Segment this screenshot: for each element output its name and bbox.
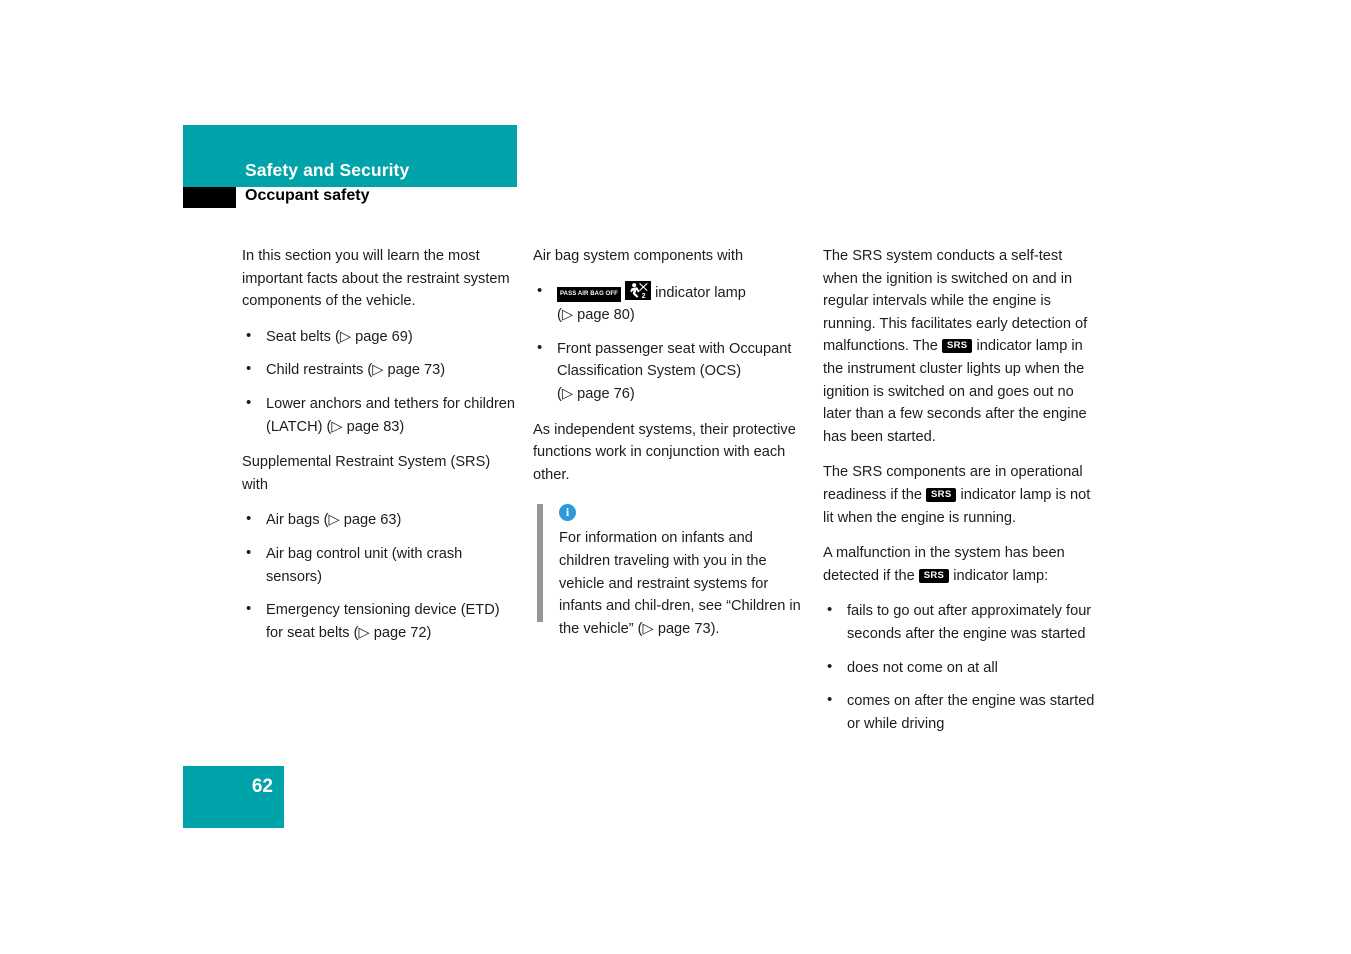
section-header-title: Safety and Security xyxy=(245,160,410,180)
column2-independent-systems-paragraph: As independent systems, their protective… xyxy=(533,421,796,483)
page-reference: (▷ page 76) xyxy=(557,385,635,402)
srs-indicator-icon: SRS xyxy=(941,339,973,354)
list-item-indicator-lamp: PASS AIR BAG OFF 2 indicator lamp (▷ pag… xyxy=(533,280,808,327)
list-item: Lower anchors and tethers for children (… xyxy=(242,392,517,438)
column1-srs-components-list: Air bags (▷ page 63) Air bag control uni… xyxy=(242,508,517,644)
content-column-2: Air bag system components with PASS AIR … xyxy=(533,245,808,640)
page-number-box: 62 xyxy=(183,766,284,828)
column1-restraint-components-list: Seat belts (▷ page 69) Child restraints … xyxy=(242,325,517,438)
airbag-off-symbol-icon: 2 xyxy=(625,280,651,300)
info-callout-left-bar xyxy=(537,504,543,623)
list-item: comes on after the engine was started or… xyxy=(823,689,1098,735)
pass-air-bag-off-icon: PASS AIR BAG OFF xyxy=(557,286,621,302)
list-item: does not come on at all xyxy=(823,656,1098,680)
list-item: Emergency tensioning device (ETD) for se… xyxy=(242,598,517,644)
ocs-text: Front passenger seat with Occupant Class… xyxy=(557,340,792,380)
column1-intro-paragraph: In this section you will learn the most … xyxy=(242,248,510,310)
content-column-1: In this section you will learn the most … xyxy=(242,245,517,657)
list-item-ocs: Front passenger seat with Occupant Class… xyxy=(533,337,808,406)
srs-indicator-icon: SRS xyxy=(926,487,957,502)
column1-srs-heading: Supplemental Restraint System (SRS) with xyxy=(242,454,491,493)
info-icon: i xyxy=(559,504,576,522)
list-item: Child restraints (▷ page 73) xyxy=(242,358,517,382)
subsection-header-row: Occupant safety xyxy=(183,187,517,211)
column3-selftest-paragraph: The SRS system conducts a self-test when… xyxy=(823,245,1098,448)
indicator-lamp-label: indicator lamp xyxy=(655,284,746,301)
column3-malfunction-paragraph: A malfunction in the system has been det… xyxy=(823,542,1098,587)
info-callout-box: i For information on infants and childre… xyxy=(533,504,808,640)
column3-operational-readiness-paragraph: The SRS components are in operational re… xyxy=(823,461,1098,529)
info-callout-text: For information on infants and children … xyxy=(559,530,801,637)
section-header-banner: Safety and Security xyxy=(183,125,517,187)
page-number: 62 xyxy=(251,776,273,797)
subsection-header-title: Occupant safety xyxy=(245,187,370,204)
content-column-3: The SRS system conducts a self-test when… xyxy=(823,245,1098,748)
malfunction-text-part2: indicator lamp: xyxy=(953,567,1049,584)
subsection-black-swatch xyxy=(183,187,236,208)
column2-airbag-components-list: PASS AIR BAG OFF 2 indicator lamp (▷ pag… xyxy=(533,280,808,406)
list-item: Seat belts (▷ page 69) xyxy=(242,325,517,349)
list-item: Air bags (▷ page 63) xyxy=(242,508,517,532)
column2-heading: Air bag system components with xyxy=(533,248,744,264)
page-reference: (▷ page 80) xyxy=(557,307,635,324)
svg-text:2: 2 xyxy=(642,293,646,299)
list-item: Air bag control unit (with crash sensors… xyxy=(242,542,517,588)
srs-indicator-icon: SRS xyxy=(918,568,950,583)
column3-malfunction-conditions-list: fails to go out after approximately four… xyxy=(823,599,1098,735)
list-item: fails to go out after approximately four… xyxy=(823,599,1098,645)
